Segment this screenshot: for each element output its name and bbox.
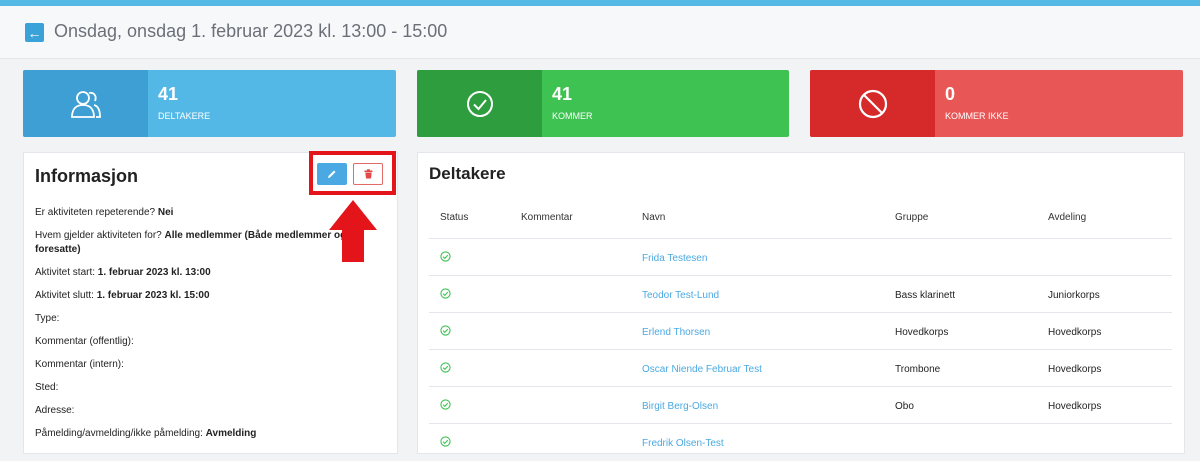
check-circle-icon	[440, 362, 451, 373]
check-circle-icon	[440, 251, 451, 262]
participant-name-link[interactable]: Birgit Berg-Olsen	[642, 401, 718, 412]
col-header-name[interactable]: Navn	[642, 212, 665, 223]
col-header-group[interactable]: Gruppe	[895, 212, 928, 223]
check-circle-icon	[440, 436, 451, 447]
stat-card-not-coming: 0 KOMMER IKKE	[810, 70, 1183, 137]
page-title: Onsdag, onsdag 1. februar 2023 kl. 13:00…	[54, 21, 448, 41]
ban-icon	[858, 89, 887, 118]
information-panel: Informasjon Er aktiviteten repeterende? …	[23, 152, 398, 454]
participant-department: Juniorkorps	[1048, 290, 1100, 301]
info-row-place: Sted:	[35, 382, 59, 393]
table-row: Oscar Niende Februar Test Trombone Hoved…	[429, 349, 1172, 387]
arrow-up-icon	[329, 200, 377, 262]
check-circle-icon	[440, 325, 451, 336]
participants-label: DELTAKERE	[158, 111, 211, 121]
participant-name-link[interactable]: Oscar Niende Februar Test	[642, 364, 762, 375]
participant-name-link[interactable]: Frida Testesen	[642, 253, 707, 264]
table-row: Frida Testesen	[429, 238, 1172, 276]
table-row: Erlend Thorsen Hovedkorps Hovedkorps	[429, 312, 1172, 350]
information-title: Informasjon	[35, 166, 139, 186]
participant-group: Bass klarinett	[895, 290, 956, 301]
check-circle-icon	[440, 399, 451, 410]
participant-group: Obo	[895, 401, 914, 412]
participants-title: Deltakere	[429, 164, 506, 183]
col-header-department[interactable]: Avdeling	[1048, 212, 1086, 223]
participant-name-link[interactable]: Erlend Thorsen	[642, 327, 710, 338]
check-circle-icon	[440, 288, 451, 299]
participant-department: Hovedkorps	[1048, 401, 1102, 412]
arrow-left-icon: ←	[27, 24, 42, 41]
coming-label: KOMMER	[552, 111, 593, 121]
info-row-registration: Påmelding/avmelding/ikke påmelding: Avme…	[35, 428, 257, 439]
stat-card-coming: 41 KOMMER	[417, 70, 789, 137]
participant-name-link[interactable]: Teodor Test-Lund	[642, 290, 719, 301]
col-header-status[interactable]: Status	[440, 212, 468, 223]
page-header: ← Onsdag, onsdag 1. februar 2023 kl. 13:…	[0, 6, 1200, 59]
coming-count: 41	[552, 84, 573, 104]
check-circle-icon	[466, 90, 493, 117]
participant-group: Hovedkorps	[895, 327, 949, 338]
info-row-start: Aktivitet start: 1. februar 2023 kl. 13:…	[35, 267, 211, 278]
info-row-address: Adresse:	[35, 405, 75, 416]
table-row: Teodor Test-Lund Bass klarinett Juniorko…	[429, 275, 1172, 313]
users-icon	[70, 90, 101, 118]
participants-panel: Deltakere Status Kommentar Navn Gruppe A…	[417, 152, 1185, 454]
table-row: Birgit Berg-Olsen Obo Hovedkorps	[429, 386, 1172, 424]
info-row-type: Type:	[35, 313, 60, 324]
not-coming-label: KOMMER IKKE	[945, 111, 1009, 121]
info-row-end: Aktivitet slutt: 1. februar 2023 kl. 15:…	[35, 290, 210, 301]
participants-count: 41	[158, 84, 179, 104]
info-row-public-comment: Kommentar (offentlig):	[35, 336, 134, 347]
participant-group: Trombone	[895, 364, 941, 375]
stat-card-participants: 41 DELTAKERE	[23, 70, 396, 137]
highlight-box	[309, 151, 396, 195]
participant-department: Hovedkorps	[1048, 364, 1102, 375]
participant-department: Hovedkorps	[1048, 327, 1102, 338]
back-button[interactable]: ←	[25, 23, 44, 42]
col-header-comment[interactable]: Kommentar	[521, 212, 573, 223]
info-row-internal-comment: Kommentar (intern):	[35, 359, 124, 370]
table-row: Fredrik Olsen-Test	[429, 423, 1172, 461]
not-coming-count: 0	[945, 84, 956, 104]
